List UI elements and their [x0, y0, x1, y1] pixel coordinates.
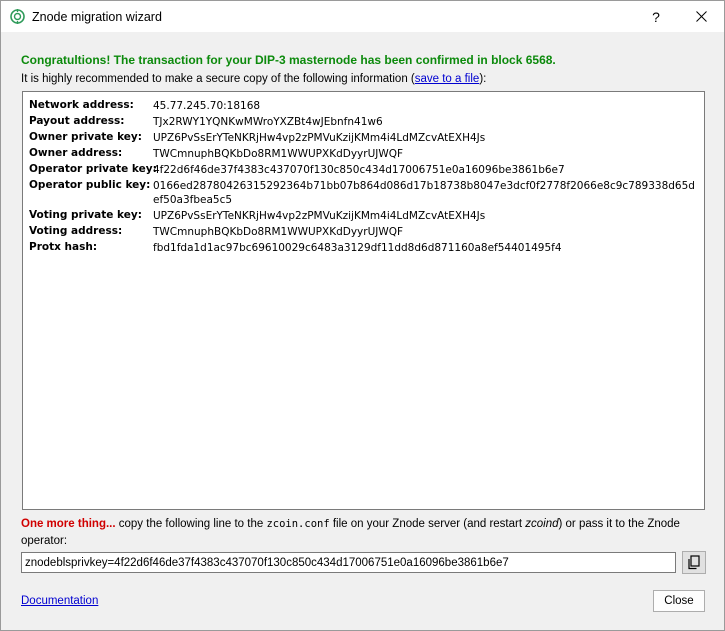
info-label: Payout address: — [29, 115, 125, 127]
info-value: fbd1fda1d1ac97bc69610029c6483a3129df11dd… — [153, 242, 562, 254]
one-more-thing-label: One more thing... — [21, 518, 116, 530]
info-value: TWCmnuphBQKbDo8RM1WWUPXKdDyyrUJWQF — [153, 226, 404, 238]
instr-text-1: copy the following line to the — [115, 518, 267, 530]
save-to-file-link[interactable]: save to a file — [415, 73, 480, 85]
info-label: Voting private key: — [29, 209, 142, 221]
title-bar: Znode migration wizard ? — [1, 1, 724, 32]
window-close-button[interactable] — [678, 1, 724, 32]
info-label: Operator public key: — [29, 179, 151, 191]
documentation-link[interactable]: Documentation — [21, 595, 98, 607]
info-value: UPZ6PvSsErYTeNKRjHw4vp2zPMVuKzijKMm4i4Ld… — [153, 210, 486, 222]
wizard-window: Znode migration wizard ? Congratultions!… — [0, 0, 725, 631]
conf-file-name: zcoin.conf — [266, 518, 330, 530]
info-label: Network address: — [29, 99, 134, 111]
recommend-suffix: ): — [479, 73, 487, 85]
info-label: Owner private key: — [29, 131, 142, 143]
bls-key-command-field[interactable] — [21, 552, 676, 573]
operator-instructions: One more thing... copy the following lin… — [21, 516, 701, 550]
daemon-name: zcoind — [525, 518, 559, 530]
info-value: TWCmnuphBQKbDo8RM1WWUPXKdDyyrUJWQF — [153, 148, 404, 160]
info-value: 45.77.245.70:18168 — [153, 100, 261, 112]
window-title: Znode migration wizard — [32, 10, 162, 24]
help-button[interactable]: ? — [633, 1, 679, 32]
info-value: TJx2RWY1YQNKwMWroYXZBt4wJEbnfn41w6 — [153, 116, 383, 128]
znode-app-icon — [10, 9, 25, 24]
info-label: Operator private key: — [29, 163, 157, 175]
copy-button[interactable] — [682, 551, 706, 574]
close-button[interactable]: Close — [653, 590, 705, 612]
congrats-message: Congratultions! The transaction for your… — [21, 53, 556, 67]
info-value: UPZ6PvSsErYTeNKRjHw4vp2zPMVuKzijKMm4i4Ld… — [153, 132, 486, 144]
recommend-prefix: It is highly recommended to make a secur… — [21, 73, 415, 85]
info-value: 4f22d6f46de37f4383c437070f130c850c434d17… — [153, 164, 565, 176]
info-label: Owner address: — [29, 147, 123, 159]
masternode-info-box[interactable]: Network address: 45.77.245.70:18168 Payo… — [22, 91, 705, 510]
info-label: Protx hash: — [29, 241, 98, 253]
instr-text-2: file on your Znode server (and restart — [329, 518, 526, 530]
recommend-message: It is highly recommended to make a secur… — [21, 73, 486, 85]
info-value: 0166ed28780426315292364b71bb07b864d086d1… — [153, 180, 695, 206]
copy-icon — [688, 555, 700, 570]
info-label: Voting address: — [29, 225, 123, 237]
close-icon — [695, 11, 707, 22]
